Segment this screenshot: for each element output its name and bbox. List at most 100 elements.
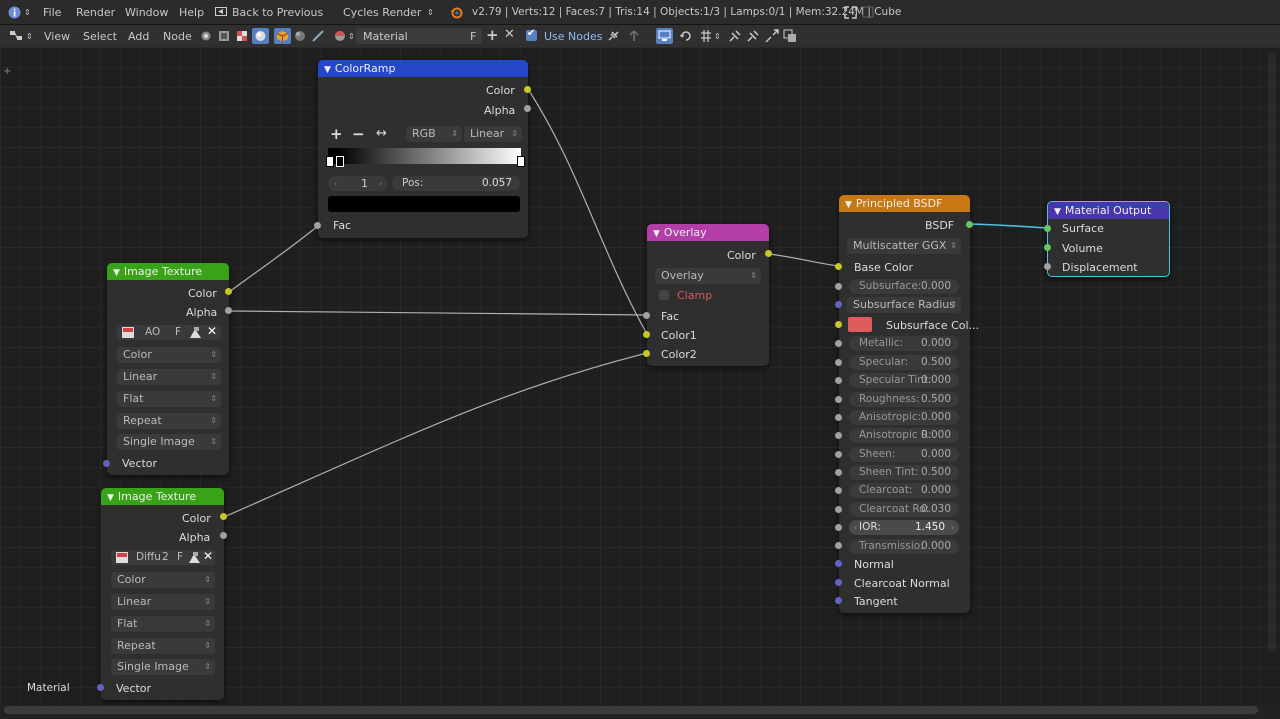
active-stop-index[interactable]: ‹ 1 › (328, 176, 388, 191)
flip-ramp-button[interactable]: ↔ (376, 126, 387, 141)
source-dropdown[interactable]: Single Image ⇕ (111, 659, 215, 675)
material-output-header[interactable]: ▼ Material Output (1048, 202, 1169, 219)
subsurface-color-input-socket[interactable] (835, 321, 842, 328)
image-browse-icon[interactable] (121, 326, 135, 339)
image-texture-header[interactable]: ▼ Image Texture (101, 488, 224, 505)
overlay-mix-node[interactable]: ▼ Overlay Color Overlay ⇕ Clamp Fac Color1… (647, 224, 769, 366)
color-mode-dropdown[interactable]: RGB ⇕ (406, 126, 462, 142)
collapse-triangle-icon[interactable]: ▼ (653, 226, 660, 241)
subsurface-method-dropdown[interactable]: Subsurface Radius ⇕ (847, 297, 961, 313)
material-output-node[interactable]: ▼ Material Output Surface Volume Displace… (1047, 201, 1170, 277)
displacement-input-socket[interactable] (1044, 263, 1051, 270)
normal-input-socket[interactable] (835, 560, 842, 567)
anisotropic-input-socket[interactable] (835, 414, 842, 421)
interpolation-dropdown[interactable]: Linear ⇕ (464, 126, 522, 142)
collapse-triangle-icon[interactable]: ▼ (113, 265, 120, 280)
add-stop-button[interactable]: + (330, 125, 343, 143)
anisotropic-field[interactable]: Anisotropic: 0.000 (849, 410, 959, 425)
extension-dropdown[interactable]: Repeat ⇕ (117, 413, 221, 429)
ao-color-output-socket[interactable] (225, 288, 232, 295)
projection-dropdown[interactable]: Flat ⇕ (117, 391, 221, 407)
interpolation-dropdown[interactable]: Linear ⇕ (117, 369, 221, 385)
color-ramp-gradient[interactable] (328, 148, 521, 164)
overlay-fac-input-socket[interactable] (643, 312, 650, 319)
image-browse-field[interactable]: Diffu 2 F ✕ (111, 549, 215, 565)
subsurface-field[interactable]: Subsurface: 0.000 (849, 279, 959, 294)
sheen-field[interactable]: Sheen: 0.000 (849, 447, 959, 462)
image-texture-diffuse-node[interactable]: ▼ Image Texture Color Alpha Diffu 2 F ✕ C… (101, 488, 224, 700)
image-browse-field[interactable]: AO F ✕ (117, 324, 221, 340)
overlay-color2-input-socket[interactable] (643, 350, 650, 357)
increment-arrow-icon[interactable]: › (951, 520, 954, 535)
base-color-input-socket[interactable] (835, 263, 842, 270)
fake-user-button[interactable]: F (175, 325, 181, 340)
volume-input-socket[interactable] (1044, 244, 1051, 251)
color-stop-1[interactable] (336, 156, 344, 167)
decrement-arrow-icon[interactable]: ‹ (854, 520, 857, 535)
specular-input-socket[interactable] (835, 359, 842, 366)
specular-field[interactable]: Specular: 0.500 (849, 355, 959, 370)
anisotropic-rotation-input-socket[interactable] (835, 432, 842, 439)
remove-stop-button[interactable]: − (352, 125, 365, 143)
ao-alpha-output-socket[interactable] (225, 307, 232, 314)
image-texture-header[interactable]: ▼ Image Texture (107, 263, 229, 280)
tangent-input-socket[interactable] (835, 597, 842, 604)
specular-tint-field[interactable]: Specular Tint: 0.000 (849, 373, 959, 388)
subsurface-color-swatch[interactable] (848, 317, 872, 332)
collapse-triangle-icon[interactable]: ▼ (1054, 204, 1061, 219)
ior-input-socket[interactable] (835, 524, 842, 531)
ior-field[interactable]: ‹ IOR: 1.450 › (849, 520, 959, 535)
sheen-tint-field[interactable]: Sheen Tint: 0.500 (849, 465, 959, 480)
blend-type-dropdown[interactable]: Overlay ⇕ (655, 268, 761, 284)
overlay-header[interactable]: ▼ Overlay (647, 224, 769, 241)
roughness-input-socket[interactable] (835, 396, 842, 403)
open-image-icon[interactable] (189, 326, 202, 339)
image-browse-icon[interactable] (115, 551, 129, 564)
open-image-icon[interactable] (188, 551, 201, 564)
clamp-checkbox[interactable] (659, 290, 669, 300)
stop-position-field[interactable]: Pos: 0.057 (392, 176, 520, 191)
color-stop-2[interactable] (517, 156, 525, 167)
color-space-dropdown[interactable]: Color ⇕ (111, 572, 215, 588)
sheen-input-socket[interactable] (835, 451, 842, 458)
clearcoat-roughness-input-socket[interactable] (835, 506, 842, 513)
clearcoat-input-socket[interactable] (835, 487, 842, 494)
colorramp-node[interactable]: ▼ ColorRamp Color Alpha + − ↔ RGB ⇕ Linear… (318, 60, 528, 238)
metallic-field[interactable]: Metallic: 0.000 (849, 336, 959, 351)
unlink-image-icon[interactable]: ✕ (203, 549, 213, 564)
image-users-count[interactable]: 2 (162, 550, 169, 565)
roughness-field[interactable]: Roughness: 0.500 (849, 392, 959, 407)
fake-user-button[interactable]: F (177, 550, 183, 565)
clearcoat-normal-input-socket[interactable] (835, 579, 842, 586)
specular-tint-input-socket[interactable] (835, 377, 842, 384)
principled-bsdf-node[interactable]: ▼ Principled BSDF BSDF Multiscatter GGX ⇕ … (839, 195, 979, 613)
colorramp-color-output-socket[interactable] (524, 86, 531, 93)
clamp-label[interactable]: Clamp (677, 289, 712, 302)
subsurface-radius-input-socket[interactable] (835, 301, 842, 308)
increment-arrow-icon[interactable]: › (379, 176, 382, 191)
metallic-input-socket[interactable] (835, 340, 842, 347)
diffuse-alpha-output-socket[interactable] (220, 532, 227, 539)
colorramp-fac-input-socket[interactable] (314, 222, 321, 229)
principled-header[interactable]: ▼ Principled BSDF (839, 195, 970, 212)
distribution-dropdown[interactable]: Multiscatter GGX ⇕ (847, 238, 961, 254)
source-dropdown[interactable]: Single Image ⇕ (117, 434, 221, 450)
overlay-color-output-socket[interactable] (765, 250, 772, 257)
color-space-dropdown[interactable]: Color ⇕ (117, 347, 221, 363)
overlay-color1-input-socket[interactable] (643, 331, 650, 338)
image-texture-ao-node[interactable]: ▼ Image Texture Color Alpha AO F ✕ Color ⇕… (107, 263, 229, 475)
collapse-triangle-icon[interactable]: ▼ (324, 62, 331, 77)
anisotropic-rotation-field[interactable]: Anisotropic R: 0.000 (849, 428, 959, 443)
interpolation-dropdown[interactable]: Linear ⇕ (111, 594, 215, 610)
collapse-triangle-icon[interactable]: ▼ (845, 197, 852, 212)
surface-input-socket[interactable] (1044, 225, 1051, 232)
projection-dropdown[interactable]: Flat ⇕ (111, 616, 215, 632)
extension-dropdown[interactable]: Repeat ⇕ (111, 638, 215, 654)
diffuse-color-output-socket[interactable] (220, 513, 227, 520)
clearcoat-roughness-field[interactable]: Clearcoat Ro: 0.030 (849, 502, 959, 517)
sheen-tint-input-socket[interactable] (835, 469, 842, 476)
collapse-triangle-icon[interactable]: ▼ (107, 490, 114, 505)
subsurface-input-socket[interactable] (835, 283, 842, 290)
ao-vector-input-socket[interactable] (103, 460, 110, 467)
clearcoat-field[interactable]: Clearcoat: 0.000 (849, 483, 959, 498)
